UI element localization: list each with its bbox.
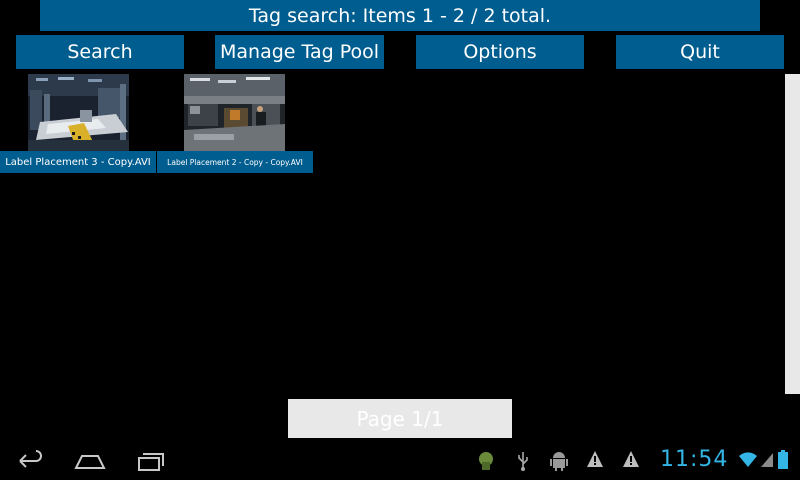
quit-button-label: Quit — [680, 41, 720, 63]
status-clock: 11:54 — [660, 447, 729, 472]
search-button[interactable]: Search — [16, 35, 184, 69]
page-indicator: Page 1/1 — [288, 399, 512, 438]
result-item[interactable]: Label Placement 2 - Copy - Copy.AVI — [157, 74, 313, 173]
back-icon[interactable] — [16, 448, 44, 476]
options-button-label: Options — [463, 41, 537, 63]
page-title: Tag search: Items 1 - 2 / 2 total. — [40, 0, 760, 31]
page-indicator-label: Page 1/1 — [356, 406, 444, 431]
wifi-icon — [738, 450, 758, 472]
warning-icon — [622, 450, 640, 472]
battery-icon — [778, 450, 788, 474]
recent-apps-icon[interactable] — [136, 448, 166, 476]
home-icon[interactable] — [74, 448, 106, 476]
result-item-caption[interactable]: Label Placement 3 - Copy.AVI — [0, 151, 156, 173]
result-item[interactable]: Label Placement 3 - Copy.AVI — [0, 74, 156, 173]
video-thumbnail[interactable] — [28, 74, 129, 151]
manage-tag-pool-button-label: Manage Tag Pool — [219, 41, 380, 63]
quit-button[interactable]: Quit — [616, 35, 784, 69]
page-title-text: Tag search: Items 1 - 2 / 2 total. — [248, 4, 552, 27]
android-icon — [550, 450, 568, 476]
scrollbar[interactable] — [785, 74, 800, 394]
warning-icon — [586, 450, 604, 472]
manage-tag-pool-button[interactable]: Manage Tag Pool — [215, 35, 384, 69]
usb-icon — [516, 450, 530, 476]
app-screen: Tag search: Items 1 - 2 / 2 total. Searc… — [0, 0, 800, 480]
result-item-caption[interactable]: Label Placement 2 - Copy - Copy.AVI — [157, 151, 313, 173]
search-button-label: Search — [67, 41, 133, 63]
android-debug-icon — [476, 450, 496, 476]
options-button[interactable]: Options — [416, 35, 584, 69]
system-navigation-bar: 11:54 — [0, 440, 800, 480]
video-thumbnail[interactable] — [184, 74, 285, 151]
signal-icon — [760, 450, 774, 472]
